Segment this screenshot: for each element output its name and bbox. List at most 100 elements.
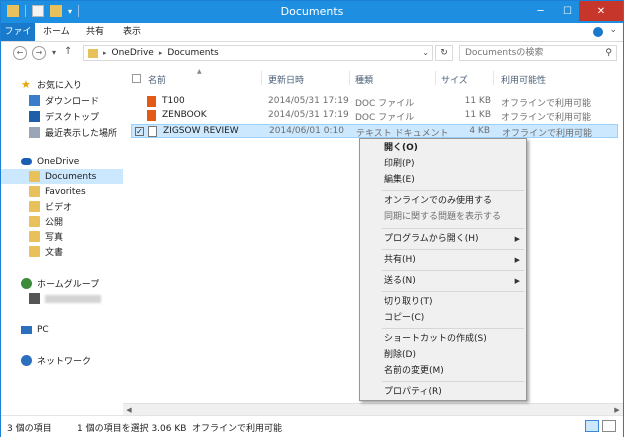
menu-separator <box>382 270 524 271</box>
breadcrumb-onedrive[interactable]: OneDrive <box>112 48 154 58</box>
column-header-size[interactable]: サイズ <box>441 73 468 86</box>
menu-item-create-shortcut[interactable]: ショートカットの作成(S) <box>384 332 524 346</box>
breadcrumb-separator[interactable]: ▸ <box>103 49 107 57</box>
nav-label: ネットワーク <box>37 357 92 367</box>
large-icons-view-button[interactable] <box>602 420 616 432</box>
menu-item-open-with[interactable]: プログラムから開く(H) ▶ <box>384 232 524 246</box>
file-date: 2014/05/31 17:19 <box>268 96 349 106</box>
nav-public[interactable]: 公開 <box>1 214 123 229</box>
back-button[interactable]: ← <box>13 46 27 60</box>
menu-item-copy[interactable]: コピー(C) <box>384 311 524 325</box>
nav-documents[interactable]: Documents <box>1 169 123 184</box>
column-divider[interactable] <box>493 71 494 85</box>
menu-item-rename[interactable]: 名前の変更(M) <box>384 364 524 378</box>
submenu-arrow-icon: ▶ <box>514 277 520 285</box>
nav-homegroup-user[interactable] <box>1 291 123 306</box>
column-divider[interactable] <box>261 71 262 85</box>
sort-ascending-icon: ▲ <box>197 68 202 75</box>
folder-icon <box>29 246 40 257</box>
nav-docs-jp[interactable]: 文書 <box>1 244 123 259</box>
nav-network[interactable]: ネットワーク <box>1 353 123 368</box>
file-row[interactable]: T100 2014/05/31 17:19 DOC ファイル 11 KB オフラ… <box>131 95 618 109</box>
nav-recent[interactable]: 最近表示した場所 <box>1 125 123 140</box>
column-header-type[interactable]: 種類 <box>355 73 373 86</box>
column-header-availability[interactable]: 利用可能性 <box>501 73 546 86</box>
nav-favorites[interactable]: ★ お気に入り <box>1 77 123 92</box>
search-input[interactable] <box>460 46 595 60</box>
nav-label: PC <box>37 324 49 335</box>
nav-onedrive[interactable]: OneDrive <box>1 154 123 169</box>
file-row[interactable]: ZENBOOK 2014/05/31 17:19 DOC ファイル 11 KB … <box>131 109 618 123</box>
nav-photos[interactable]: 写真 <box>1 229 123 244</box>
column-header-date[interactable]: 更新日時 <box>268 73 304 86</box>
file-date: 2014/05/31 17:19 <box>268 110 349 120</box>
column-divider[interactable] <box>349 71 350 85</box>
file-row-selected[interactable]: ✓ ZIGSOW REVIEW 2014/06/01 0:10 テキスト ドキュ… <box>131 124 618 139</box>
office-document-icon <box>147 110 156 121</box>
menu-item-label: プログラムから開く(H) <box>384 234 479 244</box>
breadcrumb-separator[interactable]: ▸ <box>159 49 163 57</box>
nav-homegroup[interactable]: ホームグループ <box>1 276 123 291</box>
ribbon-tabs: ファイル ホーム 共有 表示 ⌄ <box>1 23 623 55</box>
menu-separator <box>382 228 524 229</box>
menu-item-print[interactable]: 印刷(P) <box>384 157 524 171</box>
downloads-icon <box>29 95 40 106</box>
nav-favorites-folder[interactable]: Favorites <box>1 184 123 199</box>
menu-item-delete[interactable]: 削除(D) <box>384 348 524 362</box>
nav-label: ビデオ <box>45 203 73 213</box>
expand-ribbon-icon[interactable]: ⌄ <box>609 25 617 35</box>
menu-item-online-only[interactable]: オンラインでのみ使用する <box>384 194 524 208</box>
file-size: 11 KB <box>464 110 491 120</box>
chevron-down-icon[interactable]: ⌄ <box>422 48 429 57</box>
tab-file[interactable]: ファイル <box>1 23 35 55</box>
explorer-window: ▾ Documents ─ ☐ ✕ ファイル ホーム 共有 表示 ⌄ ← → ▾… <box>0 0 624 437</box>
folder-icon <box>29 231 40 242</box>
help-icon[interactable] <box>593 27 603 37</box>
file-date: 2014/06/01 0:10 <box>269 126 344 136</box>
menu-item-send-to[interactable]: 送る(N) ▶ <box>384 274 524 288</box>
tab-view[interactable]: 表示 <box>114 23 150 41</box>
nav-label: お気に入り <box>37 81 83 91</box>
menu-item-share[interactable]: 共有(H) ▶ <box>384 253 524 267</box>
close-button[interactable]: ✕ <box>579 1 623 21</box>
nav-downloads[interactable]: ダウンロード <box>1 93 123 108</box>
menu-separator <box>382 249 524 250</box>
minimize-button[interactable]: ─ <box>527 1 554 21</box>
file-type: DOC ファイル <box>355 113 415 123</box>
nav-label: Favorites <box>45 186 86 197</box>
row-checkbox[interactable]: ✓ <box>135 127 144 136</box>
search-box[interactable]: ⚲ <box>459 45 617 61</box>
address-bar[interactable]: ▸ OneDrive ▸ Documents ⌄ <box>83 45 433 61</box>
forward-button[interactable]: → <box>32 46 46 60</box>
title-bar[interactable]: ▾ Documents ─ ☐ ✕ <box>1 1 623 23</box>
cloud-icon <box>21 158 32 165</box>
column-header-name[interactable]: 名前 <box>148 73 166 86</box>
menu-item-edit[interactable]: 編集(E) <box>384 173 524 187</box>
nav-desktop[interactable]: デスクトップ <box>1 109 123 124</box>
file-name: ZIGSOW REVIEW <box>163 126 239 136</box>
menu-item-properties[interactable]: プロパティ(R) <box>384 385 524 399</box>
column-divider[interactable] <box>435 71 436 85</box>
search-icon[interactable]: ⚲ <box>605 48 612 58</box>
recent-locations-icon[interactable]: ▾ <box>52 48 56 57</box>
select-all-checkbox[interactable] <box>132 74 141 83</box>
status-availability: オフラインで利用可能 <box>192 424 283 434</box>
nav-label: 写真 <box>45 233 64 243</box>
breadcrumb-documents[interactable]: Documents <box>167 48 218 58</box>
file-availability: オフラインで利用可能 <box>501 113 592 123</box>
up-button[interactable]: ↑ <box>64 46 72 57</box>
maximize-button[interactable]: ☐ <box>554 1 581 21</box>
tab-share[interactable]: 共有 <box>77 23 113 41</box>
nav-pc[interactable]: PC <box>1 322 123 337</box>
refresh-button[interactable]: ↻ <box>435 45 453 61</box>
recent-places-icon <box>29 127 40 138</box>
details-view-button[interactable] <box>585 420 599 432</box>
file-size: 11 KB <box>464 96 491 106</box>
nav-video[interactable]: ビデオ <box>1 199 123 214</box>
menu-item-open[interactable]: 開く(O) <box>384 141 524 155</box>
file-size: 4 KB <box>469 126 490 136</box>
tab-home[interactable]: ホーム <box>34 23 79 41</box>
menu-item-cut[interactable]: 切り取り(T) <box>384 295 524 309</box>
submenu-arrow-icon: ▶ <box>514 235 520 243</box>
nav-label: ホームグループ <box>37 280 100 290</box>
